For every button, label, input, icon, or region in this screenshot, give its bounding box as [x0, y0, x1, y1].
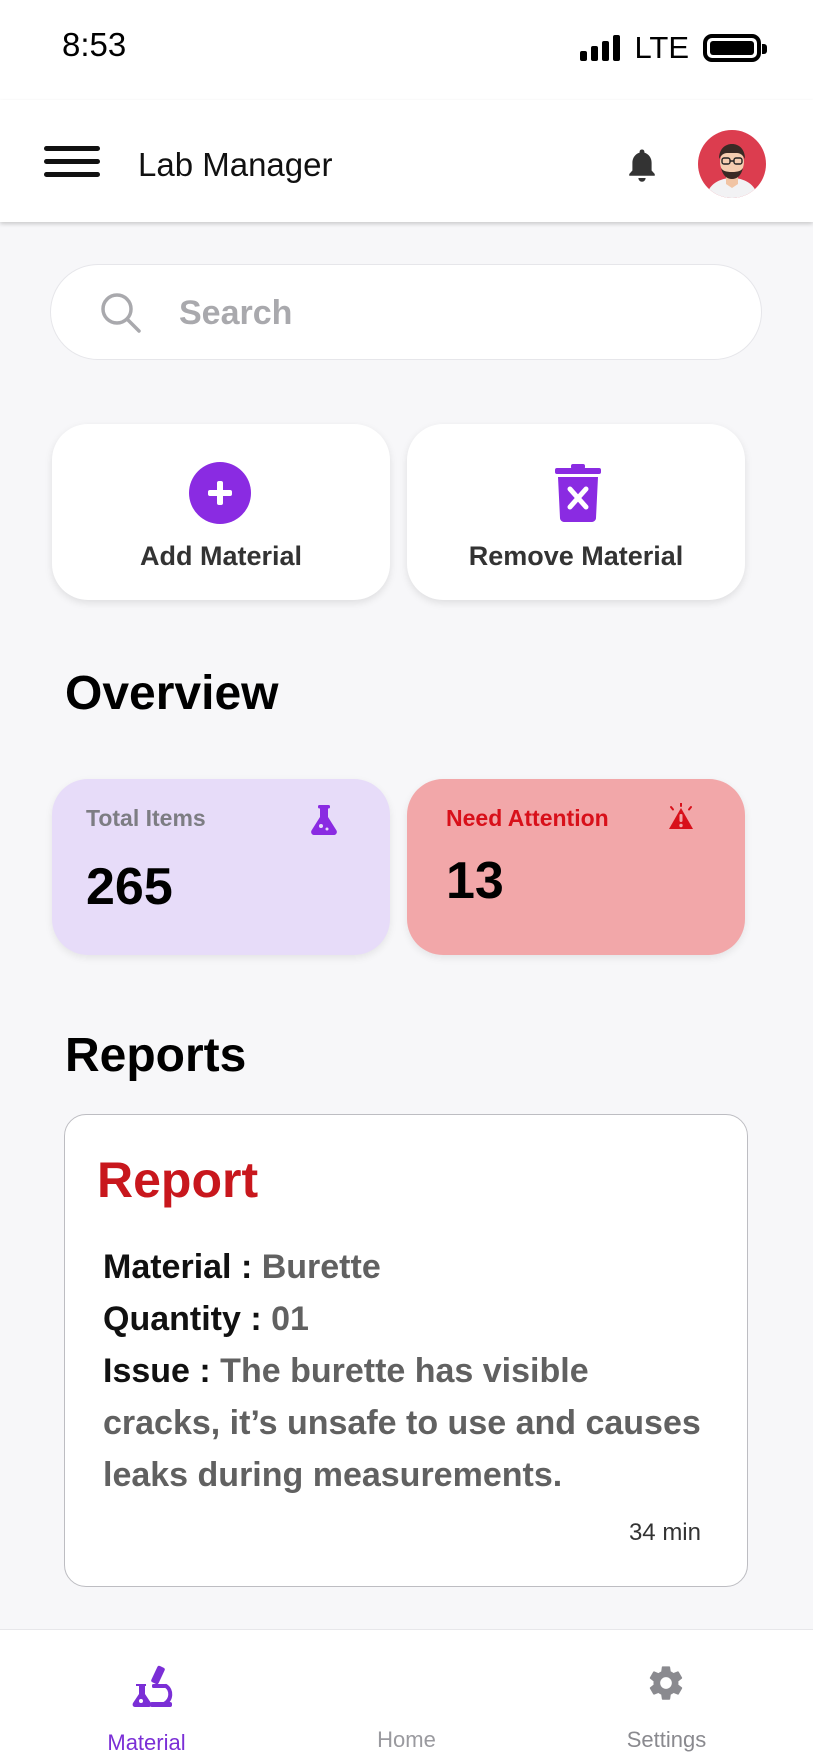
battery-icon [703, 34, 767, 62]
report-quantity-value: 01 [271, 1300, 309, 1338]
app-title: Lab Manager [138, 146, 333, 183]
search-input[interactable] [177, 287, 721, 339]
avatar-portrait-icon [706, 144, 758, 198]
report-material-key: Material : [103, 1248, 253, 1286]
app-bar: Lab Manager [0, 100, 813, 222]
siren-icon [669, 803, 693, 829]
need-attention-value: 13 [446, 852, 504, 910]
status-time: 8:53 [62, 26, 127, 63]
add-circle-icon [189, 462, 251, 524]
report-quantity-key: Quantity : [103, 1300, 262, 1338]
status-bar: 8:53 LTE [0, 0, 813, 100]
bell-icon[interactable] [624, 146, 660, 186]
hamburger-menu-icon[interactable] [44, 146, 100, 178]
nav-material[interactable]: Material [11, 1630, 282, 1760]
report-material-value: Burette [261, 1248, 381, 1286]
nav-material-label: Material [107, 1730, 186, 1755]
search-icon [101, 293, 141, 333]
trash-x-icon [555, 464, 601, 522]
bottom-navigation: Material Home Settings [0, 1629, 813, 1760]
need-attention-card[interactable]: Need Attention 13 [407, 779, 745, 955]
report-details: Material : Burette Quantity : 01 Issue :… [103, 1241, 713, 1501]
add-material-button[interactable]: Add Material [52, 424, 390, 600]
overview-title: Overview [65, 667, 279, 720]
nav-settings[interactable]: Settings [531, 1630, 802, 1760]
total-items-label: Total Items [86, 805, 206, 831]
microscope-icon [132, 1665, 173, 1707]
remove-material-label: Remove Material [468, 541, 684, 571]
reports-title: Reports [65, 1029, 247, 1082]
nav-settings-label: Settings [626, 1727, 707, 1752]
search-bar[interactable] [50, 264, 762, 360]
add-material-label: Add Material [139, 541, 303, 571]
total-items-value: 265 [86, 858, 173, 916]
report-card[interactable]: Report Material : Burette Quantity : 01 … [64, 1114, 748, 1587]
status-indicators: LTE [580, 30, 767, 66]
signal-icon [580, 35, 621, 61]
total-items-card[interactable]: Total Items 265 [52, 779, 390, 955]
report-quantity-row: Quantity : 01 [103, 1293, 713, 1345]
report-issue-row: Issue : The burette has visible cracks, … [103, 1345, 713, 1501]
network-label: LTE [634, 30, 689, 65]
avatar[interactable] [698, 130, 766, 198]
report-material-row: Material : Burette [103, 1241, 713, 1293]
need-attention-label: Need Attention [446, 805, 609, 831]
remove-material-button[interactable]: Remove Material [407, 424, 745, 600]
nav-home[interactable]: Home [271, 1630, 542, 1760]
report-title: Report [97, 1152, 259, 1208]
nav-home-label: Home [377, 1727, 436, 1752]
report-issue-key: Issue : [103, 1352, 211, 1390]
gear-icon [649, 1666, 683, 1700]
flask-icon [311, 805, 337, 835]
report-timestamp: 34 min [628, 1519, 701, 1546]
